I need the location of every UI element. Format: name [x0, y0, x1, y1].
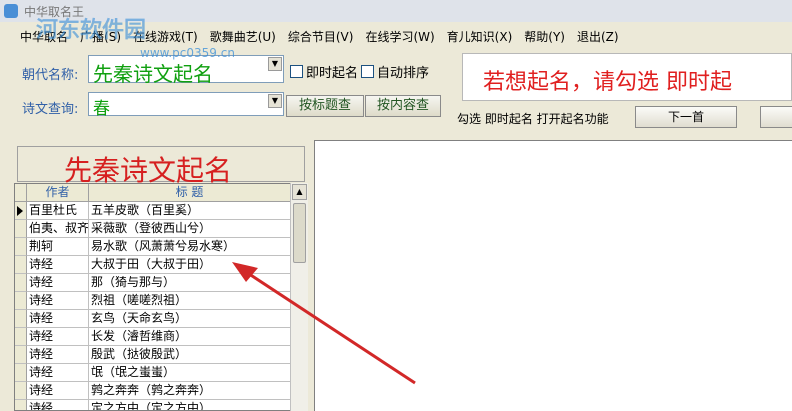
- title-cell[interactable]: 那（猗与那与）: [89, 274, 291, 292]
- collection-title-panel: 先秦诗文起名: [17, 146, 305, 187]
- title-cell[interactable]: 鹑之奔奔（鹑之奔奔）: [89, 382, 291, 400]
- query-value: 春: [93, 99, 110, 119]
- author-cell[interactable]: 诗经: [27, 382, 89, 400]
- checkbox-box[interactable]: [361, 65, 374, 78]
- row-header[interactable]: [15, 328, 27, 346]
- checkbox-box[interactable]: [290, 65, 303, 78]
- search-by-title-button[interactable]: 按标题查: [286, 95, 364, 117]
- row-header[interactable]: [15, 310, 27, 328]
- scroll-up-icon[interactable]: ▲: [292, 184, 307, 200]
- title-cell[interactable]: 殷武（挞彼殷武）: [89, 346, 291, 364]
- author-cell[interactable]: 诗经: [27, 400, 89, 410]
- row-header[interactable]: [15, 220, 27, 238]
- row-header[interactable]: [15, 238, 27, 256]
- row-header[interactable]: [15, 346, 27, 364]
- chevron-down-icon[interactable]: ▼: [268, 94, 282, 108]
- author-cell[interactable]: 诗经: [27, 274, 89, 292]
- query-label: 诗文查询:: [22, 102, 79, 117]
- extra-button[interactable]: [760, 106, 792, 128]
- row-header[interactable]: [15, 400, 27, 410]
- menu-item-songs[interactable]: 歌舞曲艺(U): [204, 28, 282, 45]
- author-cell[interactable]: 诗经: [27, 310, 89, 328]
- column-header-author[interactable]: 作者: [27, 184, 89, 202]
- row-pointer-icon: [17, 206, 23, 216]
- app-icon: [4, 4, 18, 18]
- title-cell[interactable]: 大叔于田（大叔于田）: [89, 256, 291, 274]
- title-cell[interactable]: 五羊皮歌（百里奚）: [89, 202, 291, 220]
- next-poem-button[interactable]: 下一首: [635, 106, 737, 128]
- row-header[interactable]: [15, 292, 27, 310]
- row-header[interactable]: [15, 364, 27, 382]
- title-cell[interactable]: 定之方中（定之方中）: [89, 400, 291, 410]
- author-cell[interactable]: 诗经: [27, 292, 89, 310]
- column-header-title[interactable]: 标 题: [89, 184, 291, 202]
- author-cell[interactable]: 伯夷、叔齐: [27, 220, 89, 238]
- title-cell[interactable]: 氓（氓之蚩蚩）: [89, 364, 291, 382]
- title-cell[interactable]: 烈祖（嗟嗟烈祖）: [89, 292, 291, 310]
- search-by-content-button[interactable]: 按内容查: [365, 95, 441, 117]
- menu-item-parenting[interactable]: 育儿知识(X): [441, 28, 519, 45]
- author-cell[interactable]: 诗经: [27, 256, 89, 274]
- author-cell[interactable]: 荆轲: [27, 238, 89, 256]
- title-cell[interactable]: 玄鸟（天命玄鸟）: [89, 310, 291, 328]
- row-header-corner: [15, 184, 27, 202]
- author-cell[interactable]: 诗经: [27, 346, 89, 364]
- poem-content-area[interactable]: [314, 140, 792, 411]
- menu-item-programs[interactable]: 综合节目(V): [282, 28, 360, 45]
- menu-item-learning[interactable]: 在线学习(W): [359, 28, 440, 45]
- query-select[interactable]: 春 ▼: [88, 92, 284, 119]
- scroll-thumb[interactable]: [293, 203, 306, 263]
- hint-text: 勾选 即时起名 打开起名功能: [457, 112, 609, 126]
- row-header[interactable]: [15, 256, 27, 274]
- watermark-url: www.pc0359.cn: [140, 46, 235, 60]
- author-cell[interactable]: 诗经: [27, 364, 89, 382]
- title-cell[interactable]: 易水歌（风萧萧兮易水寒）: [89, 238, 291, 256]
- hint-banner: 若想起名，请勾选 即时起: [462, 53, 792, 101]
- search-panel: 朝代名称: 先秦诗文起名 ▼ 即时起名 自动排序 诗文查询: 春 ▼ 按标题查 …: [14, 52, 460, 124]
- auto-sort-label: 自动排序: [377, 66, 430, 81]
- dynasty-label: 朝代名称:: [22, 68, 79, 83]
- menu-item-help[interactable]: 帮助(Y): [518, 28, 571, 45]
- dynasty-value: 先秦诗文起名: [93, 62, 213, 86]
- banner-text: 若想起名，请勾选 即时起: [483, 70, 732, 95]
- table-scrollbar[interactable]: ▲: [290, 183, 308, 411]
- auto-sort-checkbox[interactable]: 自动排序: [361, 62, 429, 81]
- watermark-logo: 河东软件园: [36, 18, 147, 43]
- title-cell[interactable]: 采薇歌（登彼西山兮）: [89, 220, 291, 238]
- instant-naming-checkbox[interactable]: 即时起名: [290, 62, 358, 81]
- author-cell[interactable]: 诗经: [27, 328, 89, 346]
- title-cell[interactable]: 长发（濬哲维商）: [89, 328, 291, 346]
- row-header[interactable]: [15, 202, 27, 220]
- chevron-down-icon[interactable]: ▼: [268, 57, 282, 71]
- author-cell[interactable]: 百里杜氏: [27, 202, 89, 220]
- menu-item-exit[interactable]: 退出(Z): [571, 28, 625, 45]
- poem-table[interactable]: 作者 标 题 百里杜氏 五羊皮歌（百里奚） 伯夷、叔齐 采薇歌（登彼西山兮） 荆轲 易水歌…: [14, 183, 308, 411]
- row-header[interactable]: [15, 274, 27, 292]
- row-header[interactable]: [15, 382, 27, 400]
- instant-naming-label: 即时起名: [306, 66, 359, 81]
